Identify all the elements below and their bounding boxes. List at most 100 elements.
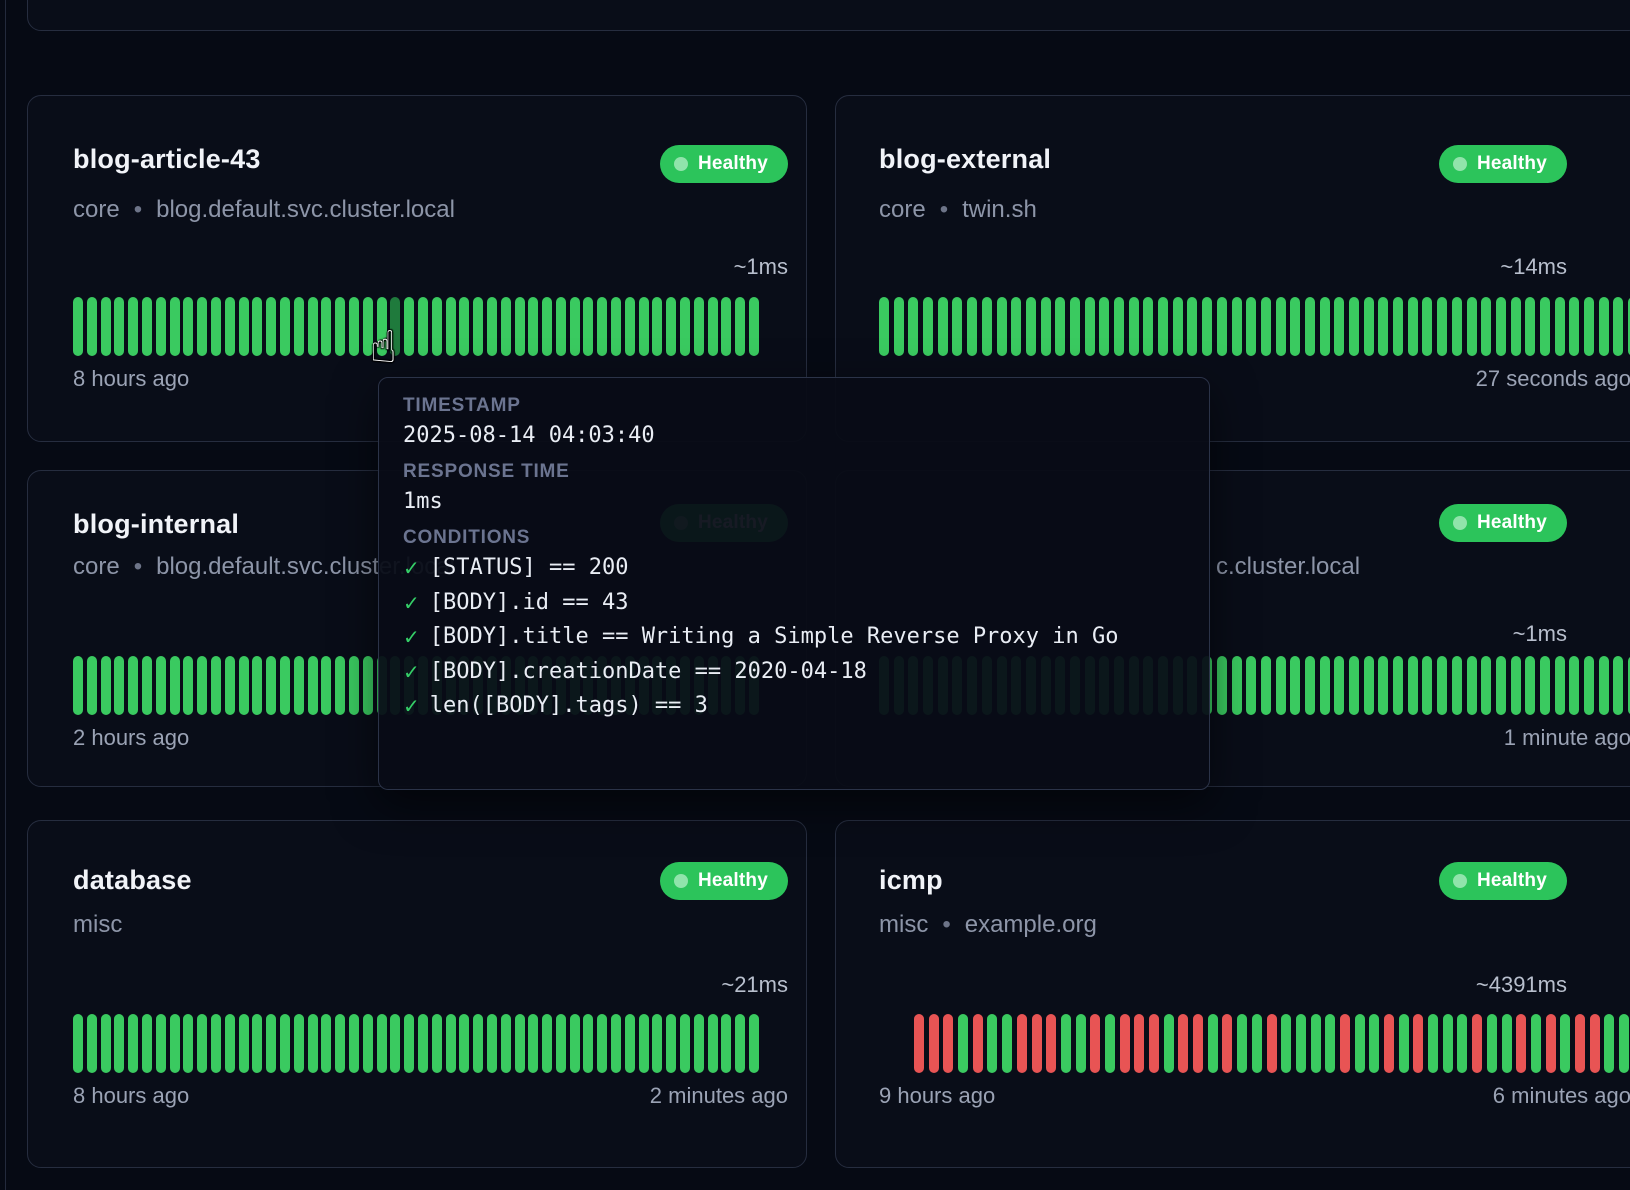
- health-bar-success[interactable]: [294, 297, 304, 356]
- health-bar-success[interactable]: [666, 297, 676, 356]
- health-bar-success[interactable]: [958, 1014, 968, 1073]
- health-bar-success[interactable]: [1311, 1014, 1321, 1073]
- health-bar-success[interactable]: [1173, 297, 1183, 356]
- health-bar-success[interactable]: [597, 1014, 607, 1073]
- health-bar-success[interactable]: [459, 297, 469, 356]
- health-bar-success[interactable]: [266, 297, 276, 356]
- health-bar-success[interactable]: [404, 1014, 414, 1073]
- health-bar-success[interactable]: [349, 656, 359, 715]
- health-bar-failure[interactable]: [1516, 1014, 1526, 1073]
- health-bar-failure[interactable]: [1046, 1014, 1056, 1073]
- health-bar-success[interactable]: [114, 1014, 124, 1073]
- health-bar-success[interactable]: [170, 656, 180, 715]
- health-bar-success[interactable]: [1305, 297, 1315, 356]
- health-bar-success[interactable]: [1355, 1014, 1365, 1073]
- health-bar-success[interactable]: [749, 297, 759, 356]
- health-bar-success[interactable]: [1246, 297, 1256, 356]
- health-bar-success[interactable]: [879, 297, 889, 356]
- health-bar-success[interactable]: [1555, 297, 1565, 356]
- health-bar-success[interactable]: [1452, 656, 1462, 715]
- health-bar-success[interactable]: [280, 656, 290, 715]
- health-bar-success[interactable]: [1422, 656, 1432, 715]
- health-bar-success[interactable]: [1026, 297, 1036, 356]
- health-bar-success[interactable]: [142, 1014, 152, 1073]
- health-bar-success[interactable]: [1290, 297, 1300, 356]
- health-bar-success[interactable]: [197, 297, 207, 356]
- health-bar-failure[interactable]: [1120, 1014, 1130, 1073]
- health-bar-success[interactable]: [680, 297, 690, 356]
- health-bar-success[interactable]: [528, 1014, 538, 1073]
- health-bar-failure[interactable]: [1472, 1014, 1482, 1073]
- health-bar-success[interactable]: [404, 297, 414, 356]
- health-bar-success[interactable]: [128, 656, 138, 715]
- health-bar-success[interactable]: [1437, 297, 1447, 356]
- health-bar-success[interactable]: [418, 297, 428, 356]
- health-bar-success[interactable]: [128, 1014, 138, 1073]
- health-bar-success[interactable]: [967, 297, 977, 356]
- health-bar-success[interactable]: [1187, 297, 1197, 356]
- health-bar-success[interactable]: [1422, 297, 1432, 356]
- health-bar-success[interactable]: [1041, 297, 1051, 356]
- health-bar-success[interactable]: [528, 297, 538, 356]
- health-bar-success[interactable]: [1613, 297, 1623, 356]
- health-bar-success[interactable]: [446, 297, 456, 356]
- health-bar-success[interactable]: [611, 1014, 621, 1073]
- health-bar-success[interactable]: [1158, 297, 1168, 356]
- health-bar-success[interactable]: [335, 297, 345, 356]
- health-bar-success[interactable]: [1378, 656, 1388, 715]
- health-bar-success[interactable]: [239, 656, 249, 715]
- health-bar-success[interactable]: [639, 1014, 649, 1073]
- health-bar-success[interactable]: [501, 297, 511, 356]
- health-bar-success[interactable]: [1055, 297, 1065, 356]
- health-bar-failure[interactable]: [1384, 1014, 1394, 1073]
- health-bar-success[interactable]: [708, 1014, 718, 1073]
- health-bar-success[interactable]: [183, 1014, 193, 1073]
- health-bar-success[interactable]: [1261, 297, 1271, 356]
- health-bar-success[interactable]: [363, 297, 373, 356]
- health-bar-success[interactable]: [515, 297, 525, 356]
- health-bar-success[interactable]: [570, 1014, 580, 1073]
- health-bar-success[interactable]: [101, 1014, 111, 1073]
- health-bar-success[interactable]: [1290, 656, 1300, 715]
- health-bar-success[interactable]: [708, 297, 718, 356]
- health-bar-success[interactable]: [1584, 297, 1594, 356]
- health-bar-success[interactable]: [1061, 1014, 1071, 1073]
- health-bar-success[interactable]: [335, 656, 345, 715]
- health-bar-success[interactable]: [183, 297, 193, 356]
- health-bar-success[interactable]: [211, 297, 221, 356]
- health-bar-success[interactable]: [114, 297, 124, 356]
- health-bar-success[interactable]: [128, 297, 138, 356]
- health-bar-success[interactable]: [1276, 656, 1286, 715]
- health-bar-success[interactable]: [239, 1014, 249, 1073]
- health-bar-success[interactable]: [308, 656, 318, 715]
- health-bar-success[interactable]: [1408, 297, 1418, 356]
- health-bar-success[interactable]: [363, 656, 373, 715]
- health-bar-success[interactable]: [1232, 656, 1242, 715]
- health-bar-failure[interactable]: [943, 1014, 953, 1073]
- health-bar-success[interactable]: [252, 297, 262, 356]
- endpoint-card-partial-top[interactable]: [27, 0, 1630, 31]
- health-bar-success[interactable]: [1217, 656, 1227, 715]
- health-bar-success[interactable]: [473, 297, 483, 356]
- health-bar-success[interactable]: [1378, 297, 1388, 356]
- health-bar-success[interactable]: [1364, 297, 1374, 356]
- health-bar-failure[interactable]: [1178, 1014, 1188, 1073]
- health-bar-success[interactable]: [542, 1014, 552, 1073]
- health-bar-success[interactable]: [239, 297, 249, 356]
- health-bar-success[interactable]: [1599, 656, 1609, 715]
- health-bar-success[interactable]: [1325, 1014, 1335, 1073]
- health-bar-success[interactable]: [266, 656, 276, 715]
- health-bar-success[interactable]: [266, 1014, 276, 1073]
- health-bar-success[interactable]: [1393, 297, 1403, 356]
- health-bar-failure[interactable]: [1032, 1014, 1042, 1073]
- health-bar-success[interactable]: [294, 656, 304, 715]
- health-bar-success[interactable]: [1540, 297, 1550, 356]
- health-bar-success[interactable]: [197, 656, 207, 715]
- health-bar-success[interactable]: [1076, 1014, 1086, 1073]
- health-bar-success[interactable]: [515, 1014, 525, 1073]
- health-bar-success[interactable]: [101, 656, 111, 715]
- health-bar-success[interactable]: [1070, 297, 1080, 356]
- health-bar-failure[interactable]: [1546, 1014, 1556, 1073]
- health-bar-success[interactable]: [1467, 297, 1477, 356]
- health-bar-success[interactable]: [721, 297, 731, 356]
